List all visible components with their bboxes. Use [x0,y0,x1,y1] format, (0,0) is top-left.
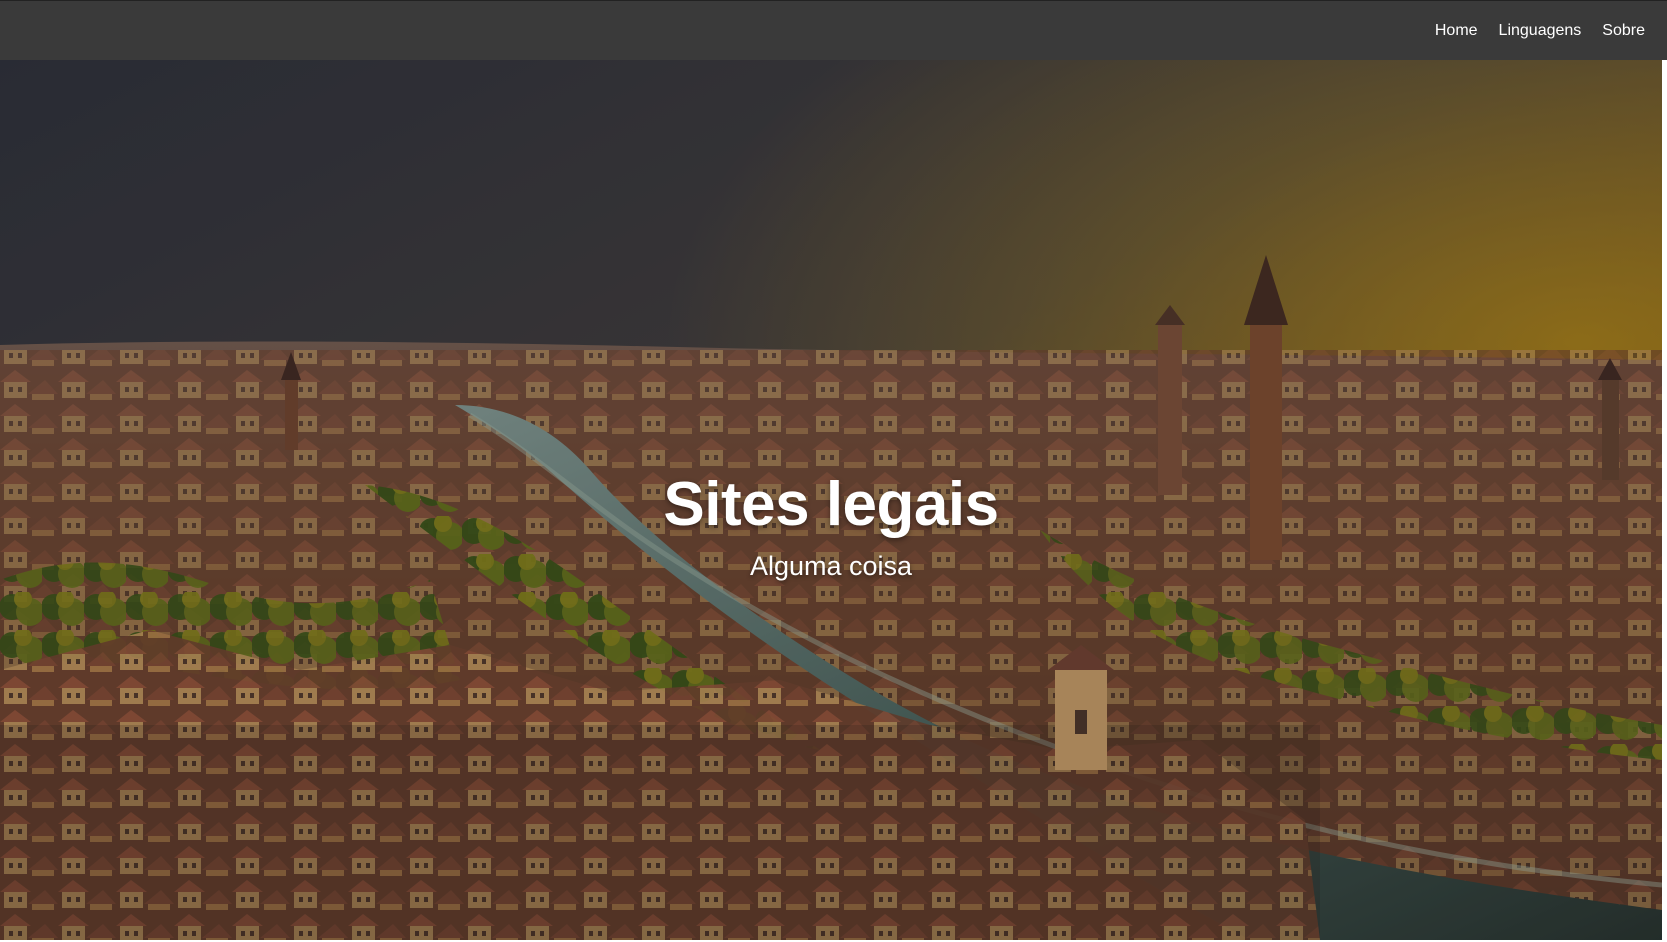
nav-link-sobre[interactable]: Sobre [1602,21,1645,41]
website-page: Home Linguagens Sobre Sites legais Algum… [0,0,1667,942]
main-navigation: Home Linguagens Sobre [1435,1,1645,61]
hero-title: Sites legais [663,470,999,539]
nav-link-home[interactable]: Home [1435,21,1478,41]
top-navbar: Home Linguagens Sobre [0,0,1667,60]
hero-banner: Sites legais Alguma coisa [0,60,1662,940]
hero-subtitle: Alguma coisa [749,551,913,581]
nav-link-linguagens[interactable]: Linguagens [1499,21,1582,41]
browser-page-gutter [1662,60,1667,942]
hero-text-block: Sites legais Alguma coisa [0,470,1662,582]
